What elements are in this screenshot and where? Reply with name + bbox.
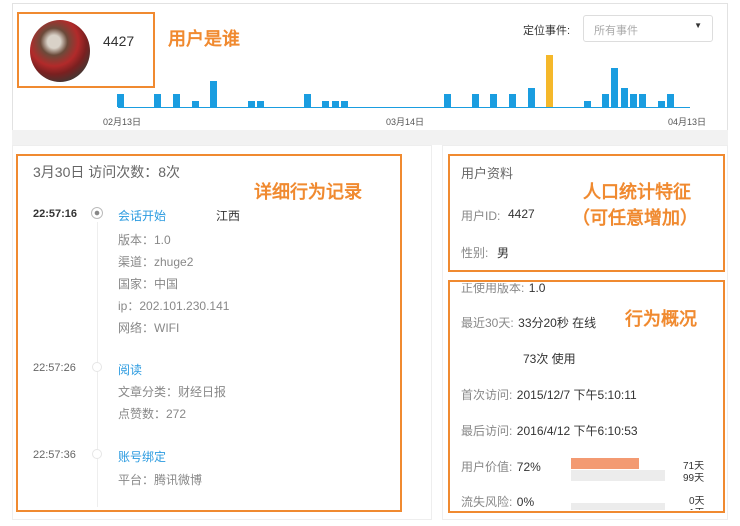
event-account-bind[interactable]: 账号绑定 xyxy=(118,448,166,465)
locate-event-label: 定位事件: xyxy=(523,25,571,37)
chart-bar[interactable] xyxy=(471,94,479,107)
chart-bar[interactable] xyxy=(527,87,535,107)
chart-bar[interactable] xyxy=(630,94,638,107)
chart-bar[interactable] xyxy=(210,81,218,107)
churn-bar-track xyxy=(571,503,665,510)
value-days-b: 99天 xyxy=(683,473,705,484)
timeline-dot-icon xyxy=(91,207,103,219)
event-detail: 渠道：zhuge2 xyxy=(118,255,194,269)
churn-row: 流失风险: 0% xyxy=(461,495,535,509)
timeline-dot-icon xyxy=(92,449,102,459)
avatar xyxy=(30,20,90,82)
gender-label: 性别: xyxy=(461,246,489,260)
chart-bar[interactable] xyxy=(154,94,162,107)
x-tick: 04月13日 xyxy=(668,117,707,127)
user-id-value: 4427 xyxy=(508,207,535,221)
chart-bar[interactable] xyxy=(546,55,554,107)
event-detail: 国家：中国 xyxy=(118,277,179,291)
annotation-who: 用户是谁 xyxy=(168,29,240,49)
chart-bar[interactable] xyxy=(172,94,180,107)
value-bar-secondary xyxy=(571,470,665,481)
annotation-demographics: 人口统计特征 xyxy=(583,182,691,202)
event-detail: 文章分类：财经日报 xyxy=(118,385,227,399)
behavior-section: 正使用版本: 1.0 行为概况 最近30天: 33分20秒 在线 73次 使用 … xyxy=(451,283,722,510)
entry-time: 22:57:36 xyxy=(33,449,76,461)
churn-days-b: 1天 xyxy=(689,504,705,510)
chart-bar[interactable] xyxy=(490,94,498,107)
chart-bar[interactable] xyxy=(620,87,628,107)
chart-bar[interactable] xyxy=(303,94,311,107)
annotation-extendable: （可任意增加） xyxy=(572,208,698,228)
chart-bar[interactable] xyxy=(667,94,675,107)
chart-bar[interactable] xyxy=(611,68,619,107)
profile-title: 用户资料 xyxy=(461,166,514,181)
gender-value: 男 xyxy=(497,246,510,260)
chart-bar[interactable] xyxy=(117,94,124,107)
event-detail: 平台：腾讯微博 xyxy=(118,473,203,487)
uses-count: 73次 使用 xyxy=(523,352,576,366)
annotation-behavior: 行为概况 xyxy=(625,309,697,329)
event-select[interactable]: 所有事件 ▼ xyxy=(583,15,713,42)
chart-bar[interactable] xyxy=(639,94,647,107)
event-detail: 点赞数：272 xyxy=(118,407,187,421)
timeline-title: 3月30日 访问次数：8次 xyxy=(33,164,181,180)
user-id-label: 用户ID: xyxy=(461,209,501,223)
timeline-dot-icon xyxy=(92,362,102,372)
event-region: 江西 xyxy=(216,209,241,223)
entry-time: 22:57:16 xyxy=(33,208,78,220)
chart-baseline xyxy=(118,107,690,108)
chevron-down-icon: ▼ xyxy=(694,21,702,30)
x-tick: 03月14日 xyxy=(386,117,425,127)
event-select-value: 所有事件 xyxy=(594,25,638,37)
user-value-row: 用户价值: 72% xyxy=(461,460,541,474)
event-detail: ip：202.101.230.141 xyxy=(118,299,230,313)
event-read[interactable]: 阅读 xyxy=(118,361,142,378)
event-session-start[interactable]: 会话开始 xyxy=(118,207,166,224)
first-visit-row: 首次访问: 2015/12/7 下午5:10:11 xyxy=(461,388,637,402)
chart-bar[interactable] xyxy=(508,94,516,107)
entry-time: 22:57:26 xyxy=(33,362,76,374)
chart-bar[interactable] xyxy=(443,94,451,107)
x-tick: 02月13日 xyxy=(103,117,142,127)
version-row: 正使用版本: 1.0 xyxy=(461,283,546,295)
value-bar-track xyxy=(571,458,665,469)
event-detail: 版本：1.0 xyxy=(118,233,171,247)
recent-row: 最近30天: 33分20秒 在线 xyxy=(461,316,597,330)
value-bar-fill xyxy=(571,458,639,469)
user-id: 4427 xyxy=(103,33,135,49)
event-detail: 网络：WIFI xyxy=(118,321,180,335)
section-divider xyxy=(12,130,728,145)
annotation-detail: 详细行为记录 xyxy=(254,182,362,202)
last-visit-row: 最后访问: 2016/4/12 下午6:10:53 xyxy=(461,424,638,438)
chart-bar[interactable] xyxy=(602,94,610,107)
